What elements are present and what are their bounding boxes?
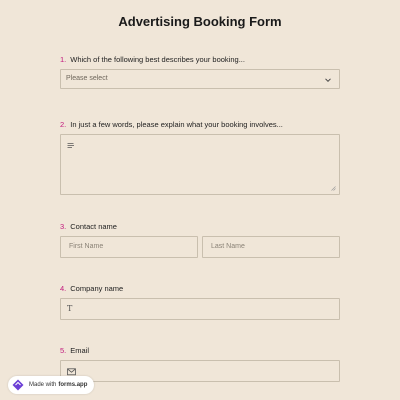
question-number: 4. [60,284,67,293]
question-number: 3. [60,222,67,231]
question-label: 3. Contact name [60,222,340,232]
question-text: Which of the following best describes yo… [70,55,245,64]
question-number: 1. [60,55,67,64]
contact-name-row: First Name Last Name [60,236,340,258]
badge-brand: forms.app [58,382,88,388]
mail-icon [67,368,76,376]
last-name-input[interactable]: Last Name [202,236,340,258]
badge-prefix: Made with [29,382,57,388]
first-name-placeholder: First Name [69,243,104,250]
question-number: 2. [60,120,67,129]
question-company-name: 4. Company name T [60,284,340,320]
question-label: 2. In just a few words, please explain wh… [60,120,340,130]
resize-handle-icon[interactable] [331,186,336,191]
question-booking-type: 1. Which of the following best describes … [60,55,340,89]
question-number: 5. [60,346,67,355]
last-name-placeholder: Last Name [211,243,245,250]
question-booking-description: 2. In just a few words, please explain wh… [60,120,340,195]
booking-description-textarea[interactable] [60,134,340,195]
question-label: 4. Company name [60,284,340,294]
question-email: 5. Email [60,346,340,382]
form-page: Advertising Booking Form 1. Which of the … [0,0,400,400]
question-text: Contact name [70,222,117,231]
question-text: Company name [70,284,124,293]
made-with-forms-app-badge[interactable]: Made with forms.app [8,376,95,394]
question-text: In just a few words, please explain what… [70,120,283,129]
select-value: Please select [66,75,108,82]
question-text: Email [70,346,90,355]
text-type-icon: T [67,304,73,313]
email-input[interactable] [60,360,340,382]
first-name-input[interactable]: First Name [60,236,198,258]
forms-app-logo-icon [11,378,25,392]
booking-type-select[interactable]: Please select [60,69,340,89]
chevron-down-icon [325,78,331,83]
text-lines-icon [67,143,74,148]
question-label: 1. Which of the following best describes … [60,55,340,65]
question-contact-name: 3. Contact name First Name Last Name [60,222,340,258]
form-title: Advertising Booking Form [118,14,282,29]
question-label: 5. Email [60,346,340,356]
company-name-input[interactable]: T [60,298,340,320]
